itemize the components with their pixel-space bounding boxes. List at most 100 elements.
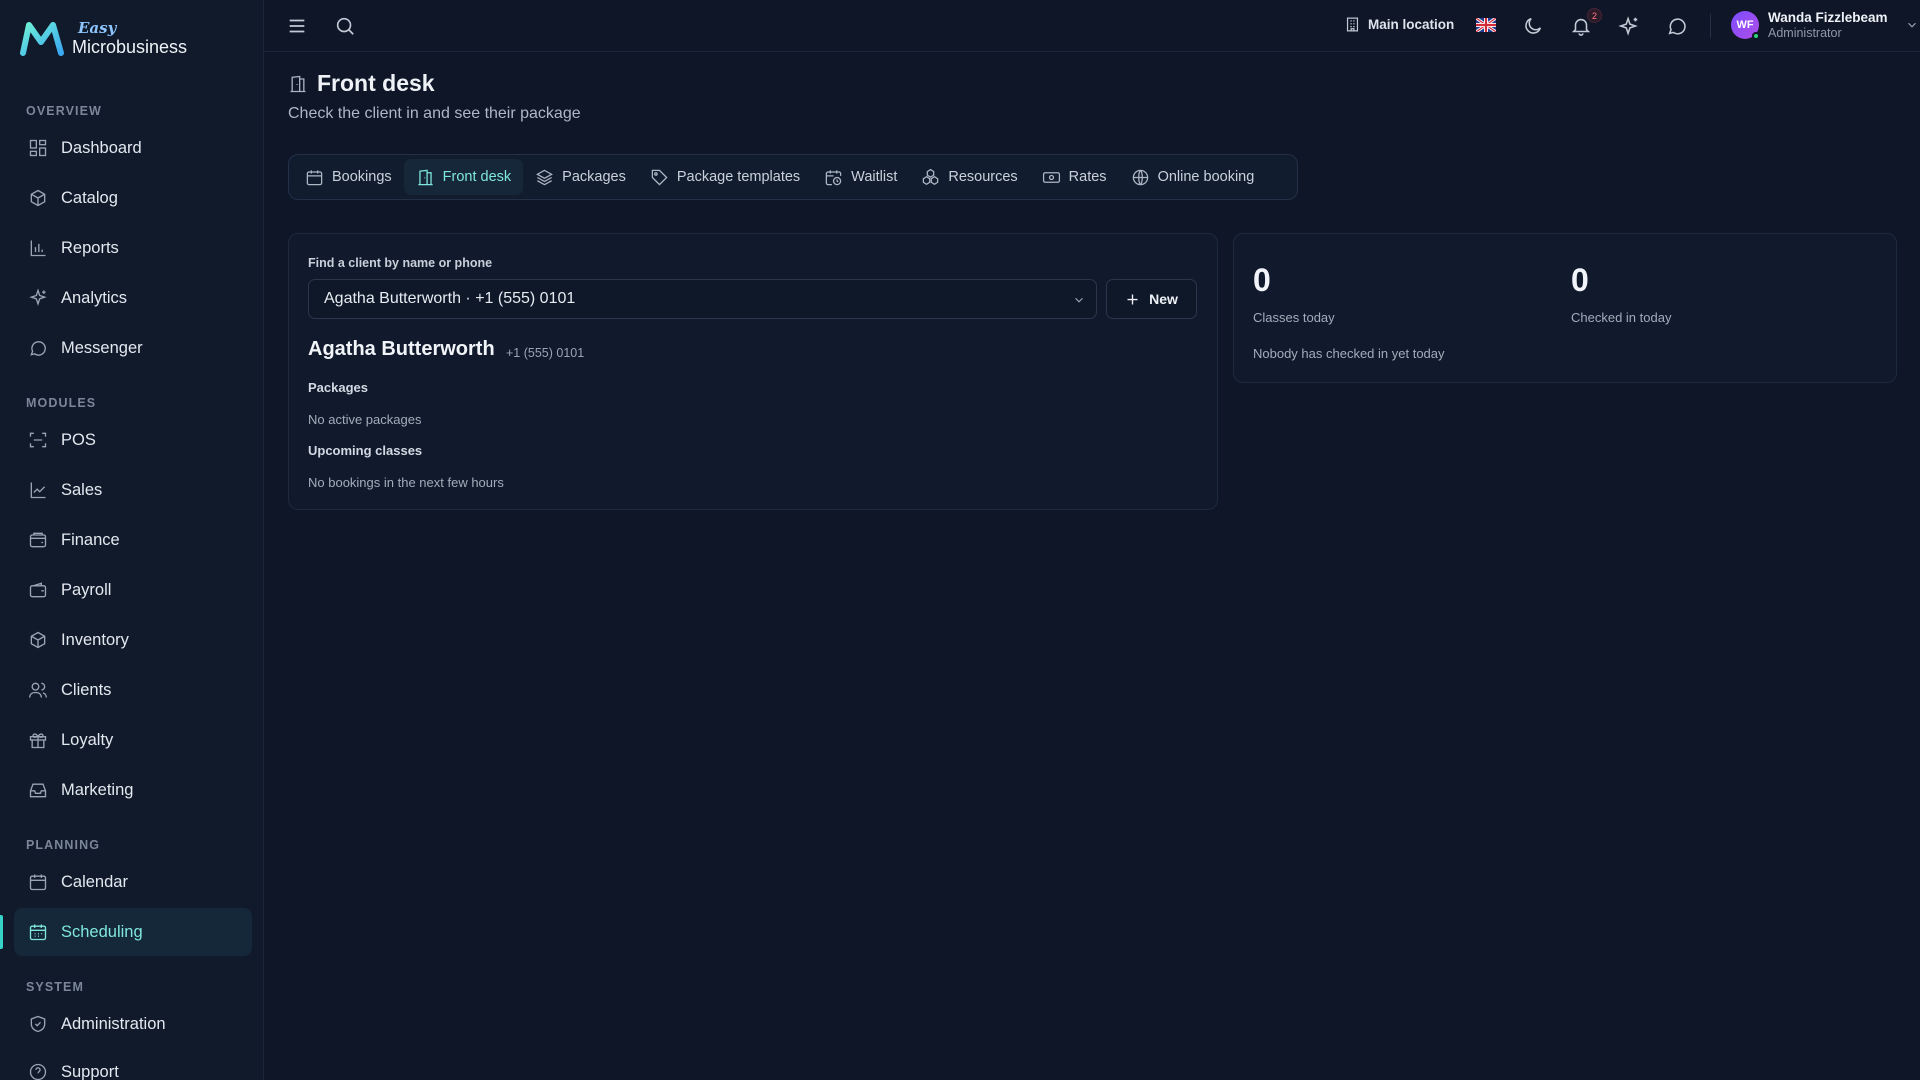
sidebar-item-sales[interactable]: Sales	[14, 466, 252, 514]
sidebar-item-reports[interactable]: Reports	[14, 224, 252, 272]
uk-flag-icon[interactable]	[1476, 18, 1496, 32]
chat-icon	[1668, 18, 1686, 35]
plus-icon	[1127, 294, 1138, 304]
tab-packages[interactable]: Packages	[523, 159, 638, 195]
chevron-down-icon	[1075, 297, 1083, 303]
chevron-down-icon	[1907, 22, 1916, 28]
gift-icon	[29, 733, 47, 749]
calendar-clock-icon	[825, 169, 842, 185]
calendar-grid-icon	[29, 924, 47, 941]
chat-icon	[30, 341, 46, 356]
tab-online-booking[interactable]: Online booking	[1119, 159, 1267, 195]
ticket-icon	[1042, 171, 1060, 183]
avatar: WF	[1731, 11, 1760, 40]
sidebar-item-label: Inventory	[61, 630, 129, 649]
brand-easy: Easy	[78, 18, 117, 37]
sidebar-item-label: Marketing	[61, 780, 134, 799]
sidebar-item-loyalty[interactable]: Loyalty	[14, 716, 252, 764]
checkin-status-note: Nobody has checked in yet today	[1253, 346, 1445, 361]
sidebar-item-messenger[interactable]: Messenger	[14, 324, 252, 372]
active-indicator	[0, 915, 3, 949]
location-label: Main location	[1368, 17, 1455, 32]
search-button[interactable]	[334, 15, 356, 37]
checked-in-label: Checked in today	[1571, 310, 1672, 325]
search-icon	[336, 17, 354, 35]
sidebar-item-payroll[interactable]: Payroll	[14, 566, 252, 614]
new-client-button[interactable]: New	[1106, 279, 1197, 319]
client-lookup-card: Find a client by name or phone Agatha Bu…	[288, 233, 1218, 510]
reports-icon	[30, 240, 46, 257]
tab-rates[interactable]: Rates	[1030, 159, 1119, 195]
sidebar-item-label: Calendar	[61, 872, 128, 891]
front-desk-icon	[418, 169, 433, 185]
sidebar-item-label: Support	[61, 1062, 119, 1080]
sidebar-item-marketing[interactable]: Marketing	[14, 766, 252, 814]
tab-label: Resources	[948, 169, 1018, 185]
brand-name: Microbusiness	[72, 36, 188, 57]
messages-button[interactable]	[1666, 15, 1688, 37]
menu-button[interactable]	[286, 15, 308, 37]
brand-logo[interactable]: Easy Microbusiness	[20, 20, 187, 56]
sidebar-item-label: Catalog	[61, 188, 118, 207]
location-selector[interactable]: Main location	[1344, 16, 1454, 33]
user-menu[interactable]: WF Wanda Fizzlebeam Administrator	[1731, 10, 1919, 40]
line-chart-icon	[30, 482, 46, 499]
avatar-initials: WF	[1736, 19, 1754, 31]
inbox-icon	[29, 783, 47, 798]
page-header: Front desk	[288, 70, 435, 97]
sidebar-item-label: Sales	[61, 480, 103, 499]
sidebar-item-clients[interactable]: Clients	[14, 666, 252, 714]
hamburger-icon	[289, 19, 305, 33]
tab-resources[interactable]: Resources	[909, 159, 1029, 195]
help-icon	[29, 1063, 47, 1080]
sidebar-item-catalog[interactable]: Catalog	[14, 174, 252, 222]
client-select-value: Agatha Butterworth · +1 (555) 0101	[324, 290, 576, 307]
sidebar-item-label: Analytics	[61, 288, 128, 307]
page-title: Front desk	[317, 70, 435, 96]
sidebar-item-scheduling[interactable]: Scheduling	[14, 908, 252, 956]
box-icon	[30, 631, 46, 649]
tab-waitlist[interactable]: Waitlist	[812, 159, 909, 195]
page-subtitle: Check the client in and see their packag…	[288, 105, 581, 122]
tab-label: Online booking	[1157, 169, 1255, 185]
users-icon	[29, 682, 47, 698]
sparkles-icon	[29, 288, 47, 306]
sidebar-item-label: POS	[61, 430, 96, 449]
sidebar-item-label: Reports	[61, 238, 119, 257]
classes-today-label: Classes today	[1253, 310, 1335, 325]
sidebar-item-support[interactable]: Support	[14, 1048, 252, 1080]
sidebar-item-administration[interactable]: Administration	[14, 1000, 252, 1048]
client-select[interactable]: Agatha Butterworth · +1 (555) 0101	[308, 279, 1097, 319]
notification-badge: 2	[1587, 8, 1602, 23]
divider	[1710, 14, 1711, 38]
sidebar-item-finance[interactable]: Finance	[14, 516, 252, 564]
classes-today-value: 0	[1253, 262, 1271, 298]
sidebar-item-pos[interactable]: POS	[14, 416, 252, 464]
tab-bookings[interactable]: Bookings	[293, 159, 404, 195]
purse-icon	[29, 582, 47, 598]
upcoming-empty-text: No bookings in the next few hours	[308, 475, 504, 490]
tab-front-desk[interactable]: Front desk	[403, 159, 524, 195]
section-planning: PLANNING	[26, 838, 101, 852]
front-desk-icon	[290, 75, 306, 92]
ai-assistant-button[interactable]	[1618, 15, 1640, 37]
dashboard-icon	[29, 139, 47, 157]
tab-package-templates[interactable]: Package templates	[638, 159, 812, 195]
sidebar-item-calendar[interactable]: Calendar	[14, 858, 252, 906]
topbar: Main location 2 WF Wanda Fizzlebeam Admi…	[264, 0, 1920, 52]
catalog-icon	[30, 189, 46, 207]
packages-heading: Packages	[308, 380, 368, 395]
sidebar-item-label: Dashboard	[61, 138, 142, 157]
calendar-icon	[29, 874, 47, 891]
sidebar-item-label: Payroll	[61, 580, 112, 599]
sidebar-item-inventory[interactable]: Inventory	[14, 616, 252, 664]
theme-toggle[interactable]	[1522, 15, 1544, 37]
sidebar-item-label: Messenger	[61, 338, 143, 357]
globe-icon	[1132, 169, 1148, 185]
section-system: SYSTEM	[26, 980, 84, 994]
logo-icon	[20, 22, 64, 56]
sidebar-item-dashboard[interactable]: Dashboard	[14, 124, 252, 172]
tag-icon	[651, 169, 668, 186]
sidebar-item-analytics[interactable]: Analytics	[14, 274, 252, 322]
building-icon	[1346, 17, 1359, 32]
